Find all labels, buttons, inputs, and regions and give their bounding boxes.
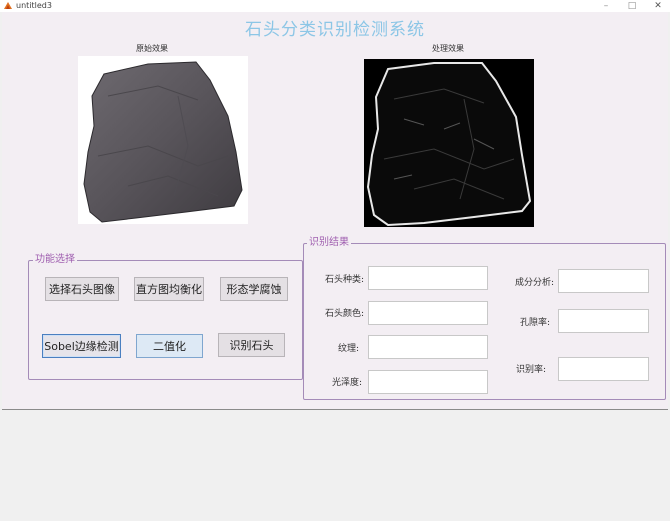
stone-color-label: 石头颜色: bbox=[324, 309, 364, 319]
identify-stone-button[interactable]: 识别石头 bbox=[218, 333, 285, 357]
recognition-rate-field[interactable] bbox=[558, 357, 649, 381]
sobel-edge-detection-button[interactable]: Sobel边缘检测 bbox=[42, 334, 121, 358]
matlab-app-icon bbox=[4, 2, 12, 9]
window-title: untitled3 bbox=[16, 1, 52, 10]
function-panel-title: 功能选择 bbox=[33, 253, 77, 267]
result-panel: 识别结果 石头种类: 石头颜色: 纹理: 光泽度: 成分分析: 孔隙率: 识别率… bbox=[303, 236, 666, 400]
stone-image bbox=[83, 61, 243, 223]
stone-color-field[interactable] bbox=[368, 301, 488, 325]
close-button[interactable]: ✕ bbox=[648, 0, 668, 12]
luster-label: 光泽度: bbox=[331, 378, 362, 388]
texture-label: 纹理: bbox=[337, 344, 359, 354]
maximize-button[interactable]: □ bbox=[622, 0, 642, 12]
composition-label: 成分分析: bbox=[514, 278, 554, 288]
recognition-rate-label: 识别率: bbox=[515, 365, 546, 375]
porosity-field[interactable] bbox=[558, 309, 649, 333]
stone-type-label: 石头种类: bbox=[324, 275, 364, 285]
luster-field[interactable] bbox=[368, 370, 488, 394]
empty-window-area bbox=[0, 410, 670, 521]
edge-image bbox=[366, 62, 532, 227]
select-stone-image-button[interactable]: 选择石头图像 bbox=[45, 277, 119, 301]
function-select-panel: 功能选择 选择石头图像 直方图均衡化 形态学腐蚀 Sobel边缘检测 二值化 识… bbox=[28, 253, 303, 380]
texture-field[interactable] bbox=[368, 335, 488, 359]
minimize-button[interactable]: – bbox=[596, 0, 616, 12]
figure-canvas: 石头分类识别检测系统 原始效果 处理效果 功能选择 选择石头图像 直方图均衡化 … bbox=[2, 12, 668, 410]
histogram-equalization-button[interactable]: 直方图均衡化 bbox=[134, 277, 204, 301]
morphological-erosion-button[interactable]: 形态学腐蚀 bbox=[220, 277, 288, 301]
app-title: 石头分类识别检测系统 bbox=[245, 20, 425, 40]
window-titlebar: untitled3 – □ ✕ bbox=[0, 0, 670, 12]
original-image-label: 原始效果 bbox=[136, 44, 168, 53]
result-panel-title: 识别结果 bbox=[307, 236, 351, 250]
composition-field[interactable] bbox=[558, 269, 649, 293]
processed-image-label: 处理效果 bbox=[432, 44, 464, 53]
original-image-axes bbox=[78, 56, 248, 224]
porosity-label: 孔隙率: bbox=[519, 318, 550, 328]
processed-image-axes bbox=[364, 59, 534, 227]
binarization-button[interactable]: 二值化 bbox=[136, 334, 203, 358]
stone-type-field[interactable] bbox=[368, 266, 488, 290]
